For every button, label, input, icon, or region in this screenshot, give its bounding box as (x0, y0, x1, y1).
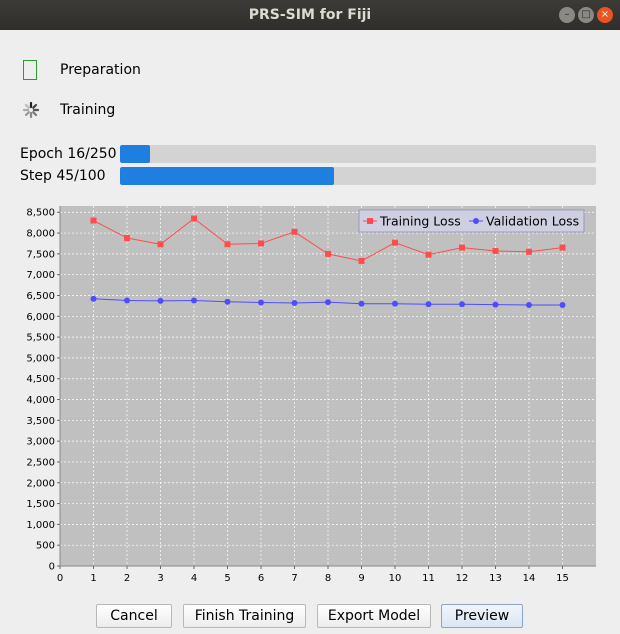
spinner-icon (22, 101, 40, 119)
x-tick-label: 11 (422, 573, 435, 584)
title-bar: PRS-SIM for Fiji – □ × (0, 0, 620, 30)
epoch-progress-fill (120, 145, 151, 163)
validation-loss-point (325, 299, 331, 306)
y-tick-label: 8,000 (26, 229, 55, 240)
step-progress-row: Step 45/100 (20, 167, 596, 185)
x-tick-label: 4 (191, 573, 197, 584)
epoch-progress-bar (120, 145, 596, 163)
training-loss-point (392, 239, 398, 246)
training-loss-point (157, 241, 164, 248)
export-model-button[interactable]: Export Model (317, 604, 431, 628)
y-tick-label: 1,000 (26, 520, 55, 531)
training-loss-point (258, 240, 264, 247)
epoch-progress-row: Epoch 16/250 (20, 145, 596, 163)
x-tick-label: 1 (90, 573, 96, 584)
finish-training-button[interactable]: Finish Training (183, 604, 306, 628)
validation-loss-point (492, 301, 499, 308)
validation-loss-point (191, 297, 197, 304)
preparation-status: Preparation (20, 57, 141, 83)
maximize-icon[interactable]: □ (578, 7, 594, 23)
y-tick-label: 2,000 (26, 478, 55, 489)
preparation-label: Preparation (60, 62, 141, 78)
y-tick-label: 3,000 (26, 437, 55, 448)
validation-loss-point (459, 301, 465, 308)
y-tick-label: 8,500 (26, 208, 55, 219)
training-loss-point (459, 244, 465, 251)
validation-loss-legend-label: Validation Loss (486, 214, 579, 229)
button-bar: Cancel Finish Training Export Model Prev… (0, 604, 620, 630)
y-tick-label: 5,500 (26, 333, 55, 344)
step-progress-fill (120, 167, 335, 185)
y-tick-label: 4,000 (26, 395, 55, 406)
validation-loss-point (224, 298, 231, 305)
training-loss-point (291, 228, 298, 235)
validation-loss-point (559, 302, 566, 309)
validation-loss-point (157, 297, 164, 304)
x-tick-label: 3 (157, 573, 163, 584)
training-loss-point (492, 247, 499, 254)
x-tick-label: 7 (291, 573, 297, 584)
window-title: PRS-SIM for Fiji (248, 7, 372, 23)
close-icon[interactable]: × (597, 7, 613, 23)
minimize-icon[interactable]: – (559, 7, 575, 23)
training-loss-point (325, 250, 331, 257)
training-loss-point (358, 257, 365, 264)
validation-loss-point (392, 300, 398, 307)
x-tick-label: 12 (456, 573, 469, 584)
training-loss-point (526, 248, 532, 255)
training-label: Training (60, 102, 116, 118)
x-tick-label: 13 (489, 573, 502, 584)
training-status: Training (20, 97, 115, 123)
y-tick-label: 4,500 (26, 374, 55, 385)
validation-loss-point (358, 300, 365, 307)
x-tick-label: 6 (258, 573, 264, 584)
validation-loss-point (526, 302, 532, 309)
step-label: Step 45/100 (20, 168, 106, 184)
x-tick-label: 14 (523, 573, 536, 584)
training-loss-legend-label: Training Loss (379, 214, 461, 229)
epoch-label: Epoch 16/250 (20, 146, 117, 162)
y-tick-label: 7,000 (26, 270, 55, 281)
validation-loss-legend-marker (473, 218, 479, 224)
y-tick-label: 500 (36, 541, 55, 552)
preview-button[interactable]: Preview (441, 604, 523, 628)
y-tick-label: 5,000 (26, 353, 55, 364)
x-tick-label: 2 (124, 573, 130, 584)
loss-chart: 0 500 1,000 1,500 2,000 2,500 3,000 3,500 4,000 4… (26, 206, 596, 584)
validation-loss-point (90, 295, 97, 302)
y-tick-label: 6,500 (26, 291, 55, 302)
step-progress-bar (120, 167, 596, 185)
validation-loss-point (258, 299, 264, 306)
y-tick-label: 3,500 (26, 416, 55, 427)
x-tick-label: 9 (358, 573, 364, 584)
y-tick-label: 1,500 (26, 499, 55, 510)
training-loss-point (124, 235, 130, 242)
validation-loss-point (291, 299, 298, 306)
training-loss-point (425, 251, 432, 258)
x-tick-label: 15 (556, 573, 569, 584)
validation-loss-point (425, 301, 432, 308)
x-tick-label: 0 (57, 573, 63, 584)
y-tick-label: 7,500 (26, 249, 55, 260)
cancel-button[interactable]: Cancel (96, 604, 172, 628)
training-loss-point (224, 241, 231, 248)
x-tick-label: 5 (224, 573, 230, 584)
y-tick-label: 0 (49, 562, 55, 573)
training-loss-point (559, 244, 566, 251)
x-tick-label: 8 (325, 573, 331, 584)
y-tick-label: 6,000 (26, 312, 55, 323)
preparation-check-icon (23, 60, 37, 80)
training-loss-point (90, 217, 97, 224)
training-loss-legend-marker (367, 218, 373, 224)
x-tick-label: 10 (389, 573, 402, 584)
training-loss-point (191, 215, 197, 222)
y-tick-label: 2,500 (26, 457, 55, 468)
validation-loss-point (124, 297, 130, 304)
